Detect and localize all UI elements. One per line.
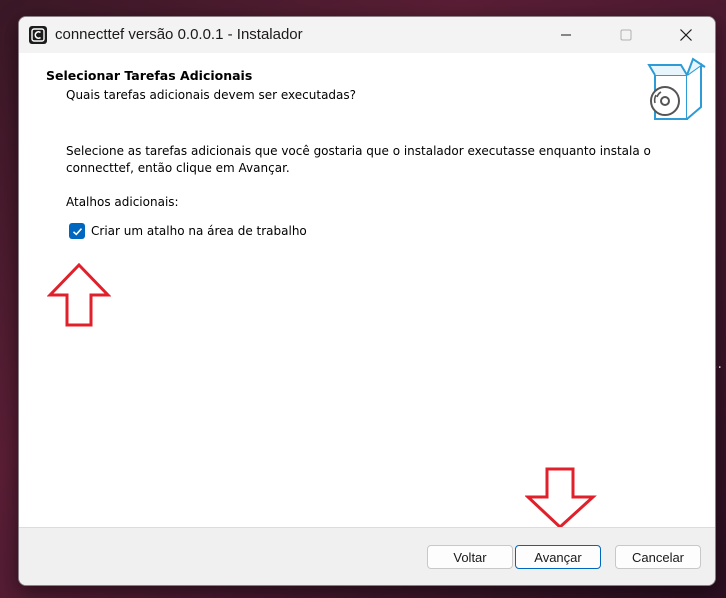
maximize-icon [620,29,632,41]
shortcuts-group-label: Atalhos adicionais: [66,195,179,209]
back-button[interactable]: Voltar [427,545,513,569]
window-title: connecttef versão 0.0.0.1 - Instalador [55,26,303,43]
close-button[interactable] [657,17,715,53]
page-subtitle: Quais tarefas adicionais devem ser execu… [66,88,357,102]
installer-box-icon [647,57,706,120]
desktop-shortcut-checkbox[interactable] [69,223,85,239]
task-desktop-shortcut[interactable]: Criar um atalho na área de trabalho [69,221,307,241]
installer-window: connecttef versão 0.0.0.1 - Instalador S… [18,16,716,586]
wizard-content: Selecione as tarefas adicionais que você… [19,129,715,529]
installer-app-icon [29,26,47,44]
down-arrow-annotation [525,467,597,529]
checkmark-icon [72,227,82,236]
minimize-button[interactable] [537,17,595,53]
description-text: Selecione as tarefas adicionais que você… [66,144,651,175]
up-arrow-annotation [47,263,111,327]
cancel-button[interactable]: Cancelar [615,545,701,569]
next-button[interactable]: Avançar [515,545,601,569]
title-bar[interactable]: connecttef versão 0.0.0.1 - Instalador [19,17,715,53]
minimize-icon [561,34,571,36]
maximize-button[interactable] [597,17,655,53]
desktop-shortcut-label: Criar um atalho na área de trabalho [91,224,307,238]
wizard-header: Selecionar Tarefas Adicionais Quais tare… [19,53,715,129]
wizard-footer: Voltar Avançar Cancelar [19,527,715,585]
close-icon [680,29,692,41]
page-title: Selecionar Tarefas Adicionais [46,68,253,83]
